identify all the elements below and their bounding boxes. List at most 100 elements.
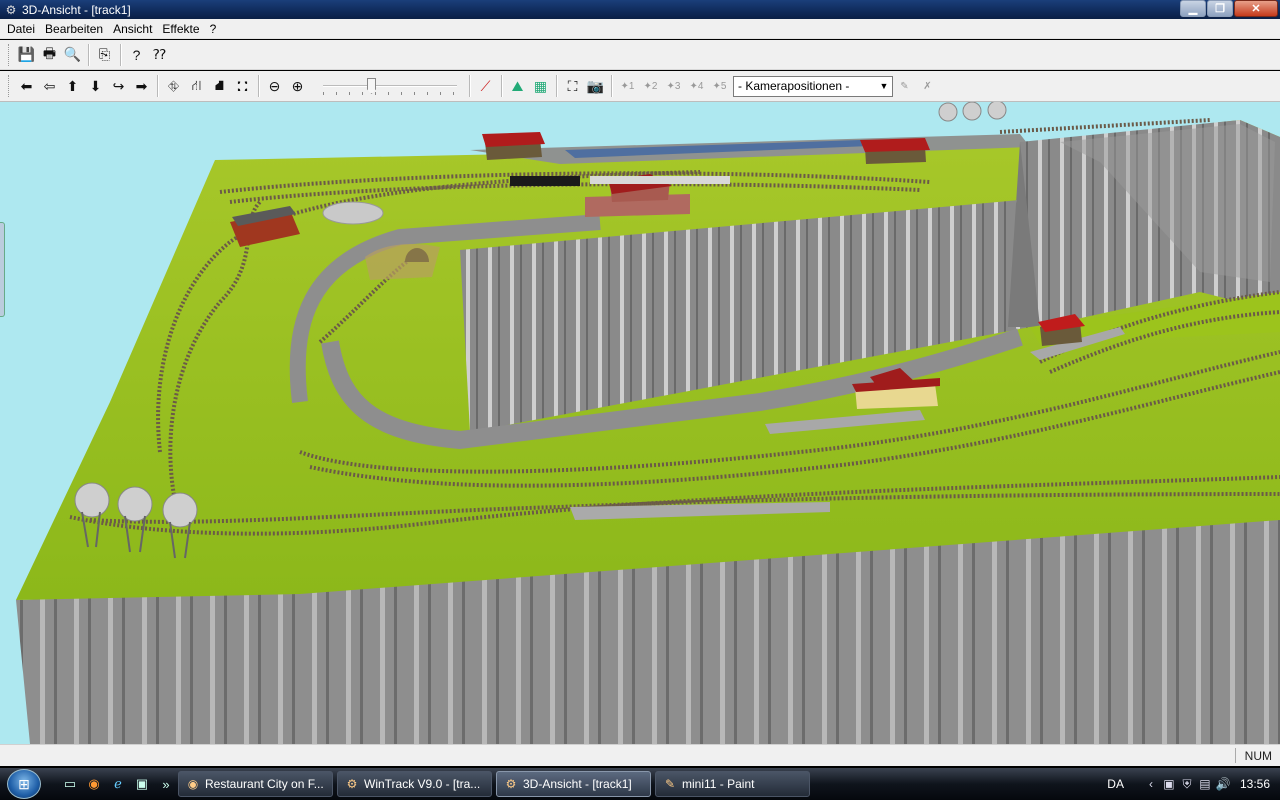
- firefox-icon[interactable]: ◉: [84, 774, 104, 794]
- windows-logo-icon: ⊞: [7, 769, 41, 799]
- camera-delete-icon[interactable]: ✗: [916, 75, 939, 97]
- taskbar: ⊞ ▭ ◉ ℯ ▣ » ◉ Restaurant City on F... ⚙ …: [0, 768, 1280, 800]
- menu-help[interactable]: ?: [205, 22, 222, 36]
- grid-icon[interactable]: ▦: [529, 75, 552, 97]
- status-divider: [1235, 748, 1236, 763]
- window-title: 3D-Ansicht - [track1]: [22, 2, 131, 17]
- task-label: WinTrack V9.0 - [tra...: [364, 777, 481, 791]
- security-icon[interactable]: ⛨: [1178, 777, 1196, 792]
- standard-toolbar: 💾 🖶 🔍 ⎘ ? ⁇: [0, 40, 1280, 70]
- copy-icon[interactable]: ⎘: [93, 44, 116, 66]
- fit-view-icon[interactable]: ⛶: [561, 75, 584, 97]
- water-towers-back: [938, 102, 1007, 122]
- quick-launch: ▭ ◉ ℯ ▣ »: [60, 774, 178, 794]
- separator: [258, 75, 259, 97]
- camera-preset-3-label: 3: [674, 80, 681, 92]
- toolbar-grip[interactable]: [8, 43, 11, 66]
- internet-explorer-icon[interactable]: ℯ: [108, 774, 128, 794]
- print-preview-icon[interactable]: 🔍: [61, 44, 84, 66]
- status-bar: NUM: [0, 744, 1280, 766]
- save-icon[interactable]: 💾: [15, 44, 38, 66]
- camera-preset-3-icon[interactable]: ✦ 3: [662, 75, 685, 97]
- walk-left-icon[interactable]: ⛗: [162, 75, 185, 97]
- system-tray: DA ‹ ▣ ⛨ ▤ 🔊 13:56: [1107, 768, 1280, 800]
- print-icon[interactable]: 🖶: [38, 44, 61, 66]
- device-icon[interactable]: ▤: [1196, 777, 1214, 791]
- title-bar: ⚙ 3D-Ansicht - [track1] ▁ ❐ ✕: [0, 0, 1280, 19]
- maximize-button[interactable]: ❐: [1207, 0, 1233, 17]
- toolbar-grip[interactable]: [8, 75, 11, 97]
- walk-right-icon[interactable]: ⛙: [185, 75, 208, 97]
- zoom-in-icon[interactable]: ⊕: [286, 75, 309, 97]
- paint-icon: ✎: [664, 777, 676, 791]
- terrain-icon[interactable]: ⛰: [506, 75, 529, 97]
- 3d-viewport[interactable]: [0, 102, 1280, 744]
- app-icon[interactable]: ⚙: [4, 3, 18, 17]
- walk-up-icon[interactable]: ⛚: [231, 75, 254, 97]
- network-icon[interactable]: ▣: [1160, 777, 1178, 791]
- camera-preset-4-icon[interactable]: ✦ 4: [685, 75, 708, 97]
- close-button[interactable]: ✕: [1234, 0, 1278, 17]
- zoom-out-icon[interactable]: ⊖: [263, 75, 286, 97]
- chevron-down-icon[interactable]: ▼: [876, 77, 892, 96]
- camera-preset-2-icon[interactable]: ✦ 2: [639, 75, 662, 97]
- back-station-left: [482, 132, 545, 160]
- language-indicator[interactable]: DA: [1107, 777, 1124, 791]
- separator: [157, 75, 158, 97]
- camera-preset-5-icon[interactable]: ✦ 5: [708, 75, 731, 97]
- separator: [469, 75, 470, 97]
- context-help-icon[interactable]: ⁇: [148, 44, 171, 66]
- camera-icon[interactable]: 📷: [584, 75, 607, 97]
- arrow-left-icon[interactable]: ⬅: [15, 75, 38, 97]
- rotate-left-icon[interactable]: ↪: [107, 75, 130, 97]
- volume-icon[interactable]: 🔊: [1214, 777, 1232, 791]
- show-desktop-icon[interactable]: ▭: [60, 774, 80, 794]
- camera-preset-1-icon[interactable]: ✦ 1: [616, 75, 639, 97]
- layout-scene: [16, 102, 1280, 744]
- view-toolbar: ⬅ ⇦ ⬆ ⬇ ↪ ➡ ⛗ ⛙ ⛘ ⛚ ⊖ ⊕ ⟋ ⛰ ▦ ⛶ 📷 ✦ 1 ✦ 2 …: [0, 71, 1280, 102]
- side-panel-handle[interactable]: [0, 222, 5, 317]
- arrow-left-bold-icon[interactable]: ⇦: [38, 75, 61, 97]
- help-icon[interactable]: ?: [125, 44, 148, 66]
- menu-bearbeiten[interactable]: Bearbeiten: [40, 22, 108, 36]
- camera-preset-2-label: 2: [651, 80, 658, 92]
- arrow-up-icon[interactable]: ⬆: [61, 75, 84, 97]
- separator: [611, 75, 612, 97]
- task-label: 3D-Ansicht - [track1]: [523, 777, 632, 791]
- separator: [120, 43, 121, 66]
- water-tower-1: [74, 482, 110, 518]
- zoom-slider[interactable]: [323, 75, 457, 97]
- menu-ansicht[interactable]: Ansicht: [108, 22, 157, 36]
- water-tower-2: [117, 486, 153, 522]
- clock[interactable]: 13:56: [1240, 777, 1270, 791]
- task-restaurant-city[interactable]: ◉ Restaurant City on F...: [178, 771, 333, 797]
- menu-effekte[interactable]: Effekte: [157, 22, 204, 36]
- track-tool-icon[interactable]: ⟋: [474, 75, 497, 97]
- task-3d-ansicht[interactable]: ⚙ 3D-Ansicht - [track1]: [496, 771, 651, 797]
- camera-set-icon[interactable]: ✎: [893, 75, 916, 97]
- turntable: [322, 201, 384, 225]
- camera-preset-4-label: 4: [697, 80, 704, 92]
- menu-bar: Datei Bearbeiten Ansicht Effekte ?: [0, 19, 1280, 39]
- menu-datei[interactable]: Datei: [2, 22, 40, 36]
- back-station-right: [860, 138, 930, 164]
- camera-position-value: - Kamerapositionen -: [738, 79, 850, 93]
- separator: [556, 75, 557, 97]
- camera-preset-1-label: 1: [628, 80, 635, 92]
- camera-position-select[interactable]: - Kamerapositionen - ▼: [733, 75, 893, 97]
- minimize-button[interactable]: ▁: [1180, 0, 1206, 17]
- walk-down-icon[interactable]: ⛘: [208, 75, 231, 97]
- camera-preset-5-label: 5: [720, 80, 727, 92]
- arrow-right-icon[interactable]: ➡: [130, 75, 153, 97]
- task-wintrack[interactable]: ⚙ WinTrack V9.0 - [tra...: [337, 771, 492, 797]
- chevron-left-icon[interactable]: ‹: [1142, 777, 1160, 791]
- zoom-slider-ticks: [323, 92, 457, 95]
- task-paint[interactable]: ✎ mini11 - Paint: [655, 771, 810, 797]
- start-button[interactable]: ⊞: [0, 768, 44, 800]
- wintrack-3d-icon: ⚙: [505, 777, 517, 791]
- arrow-down-icon[interactable]: ⬇: [84, 75, 107, 97]
- separator: [501, 75, 502, 97]
- firefox-icon: ◉: [187, 777, 199, 791]
- switch-windows-icon[interactable]: ▣: [132, 774, 152, 794]
- chevron-right-icon[interactable]: »: [156, 774, 176, 794]
